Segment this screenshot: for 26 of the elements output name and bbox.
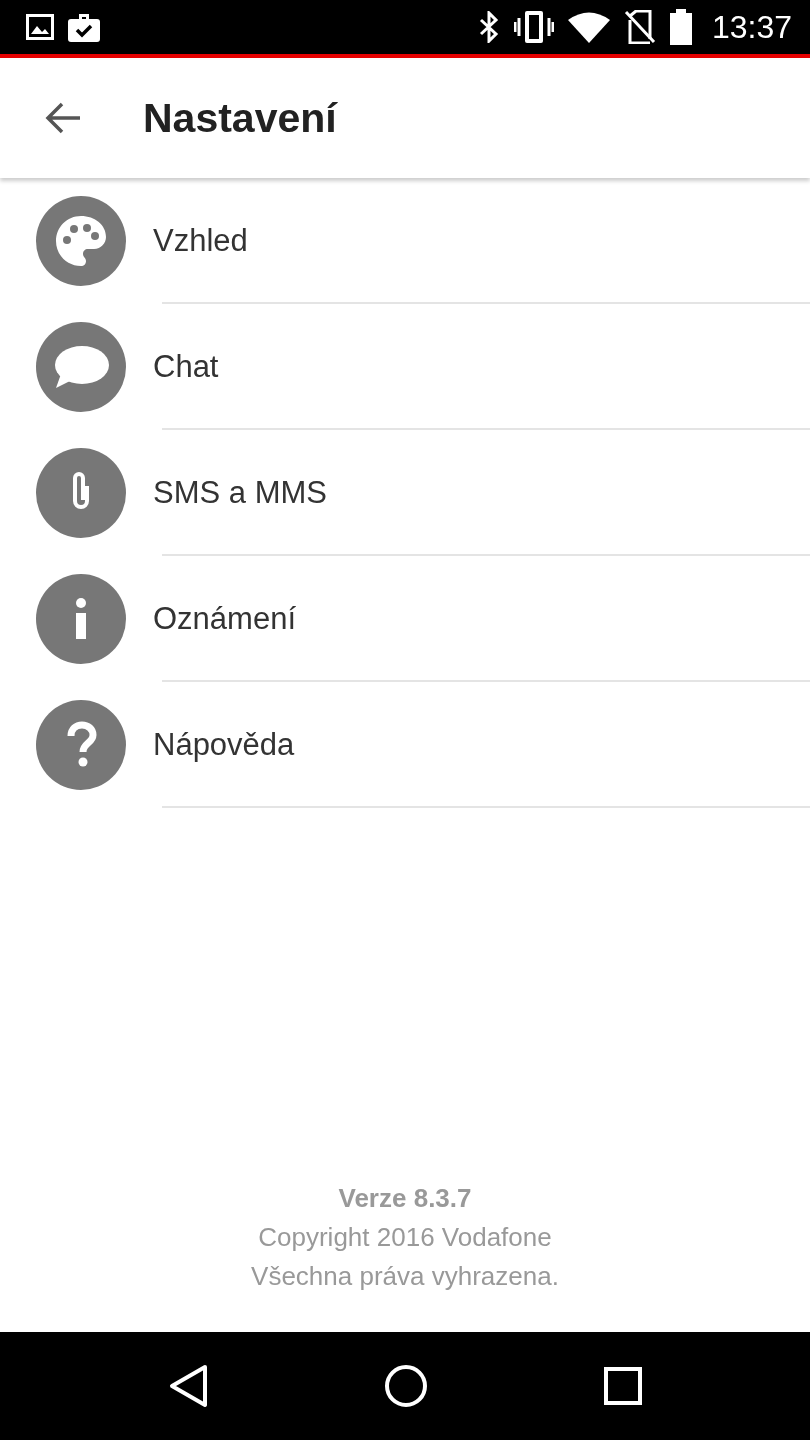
back-nav-button[interactable] <box>168 1364 208 1408</box>
paperclip-icon <box>36 448 126 538</box>
settings-item[interactable]: SMS a MMS <box>0 430 810 556</box>
screen-title: Nastavení <box>143 94 337 142</box>
speech-bubble-icon <box>36 322 126 412</box>
settings-item[interactable]: Nápověda <box>0 682 810 808</box>
back-arrow-icon <box>44 101 82 135</box>
recent-apps-button[interactable] <box>604 1367 642 1405</box>
rights-text: Všechna práva vyhrazena. <box>251 1260 559 1293</box>
settings-item[interactable]: Chat <box>0 304 810 430</box>
home-button[interactable] <box>384 1364 428 1408</box>
bluetooth-icon <box>477 11 500 43</box>
settings-item[interactable]: Vzhled <box>0 178 810 304</box>
no-sim-icon <box>623 10 656 44</box>
copyright-text: Copyright 2016 Vodafone <box>258 1221 552 1254</box>
settings-item[interactable]: Oznámení <box>0 556 810 682</box>
info-icon <box>36 574 126 664</box>
palette-icon <box>36 196 126 286</box>
vibrate-icon <box>513 10 554 44</box>
question-mark-icon <box>36 700 126 790</box>
briefcase-check-icon <box>68 12 100 42</box>
clock-time: 13:37 <box>711 8 792 46</box>
wifi-icon <box>567 11 610 43</box>
image-icon <box>26 14 54 40</box>
version-text: Verze 8.3.7 <box>338 1182 472 1215</box>
battery-icon <box>669 9 692 45</box>
